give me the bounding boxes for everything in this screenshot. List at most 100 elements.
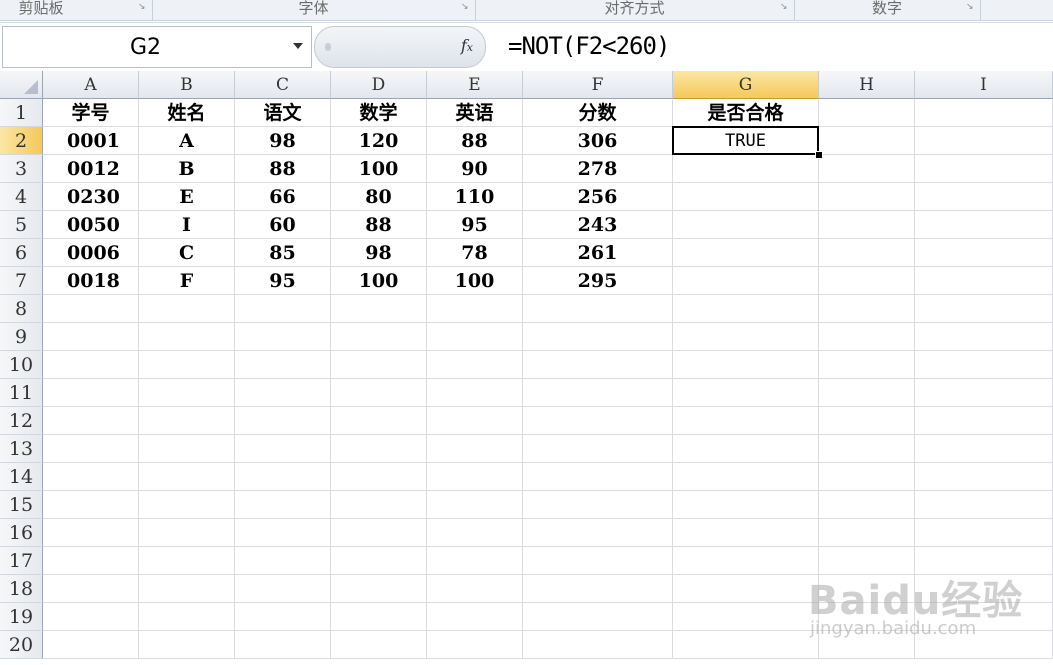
cell-c4[interactable]: 66 [235,183,331,211]
row-header-14[interactable]: 14 [0,463,43,491]
column-header-g[interactable]: G [673,71,819,99]
row-header-8[interactable]: 8 [0,295,43,323]
cell-e13[interactable] [427,435,523,463]
row-header-1[interactable]: 1 [0,99,43,127]
cell-e15[interactable] [427,491,523,519]
cell-c6[interactable]: 85 [235,239,331,267]
row-header-20[interactable]: 20 [0,631,43,659]
cell-b13[interactable] [139,435,235,463]
cell-b6[interactable]: C [139,239,235,267]
cell-g7[interactable] [673,267,819,295]
row-header-6[interactable]: 6 [0,239,43,267]
cell-i5[interactable] [915,211,1053,239]
cell-h13[interactable] [819,435,915,463]
column-header-f[interactable]: F [523,71,673,99]
cell-f9[interactable] [523,323,673,351]
cell-i15[interactable] [915,491,1053,519]
cell-i6[interactable] [915,239,1053,267]
select-all-icon[interactable] [24,80,38,94]
formula-input[interactable]: =NOT(F2<260) [508,32,670,60]
cell-i10[interactable] [915,351,1053,379]
row-header-3[interactable]: 3 [0,155,43,183]
cell-d4[interactable]: 80 [331,183,427,211]
cell-i2[interactable] [915,127,1053,155]
cell-d6[interactable]: 98 [331,239,427,267]
cell-b3[interactable]: B [139,155,235,183]
dialog-launcher-icon[interactable]: ↘ [138,3,146,12]
cell-e20[interactable] [427,631,523,659]
cell-c3[interactable]: 88 [235,155,331,183]
cell-h7[interactable] [819,267,915,295]
cell-b10[interactable] [139,351,235,379]
cell-d7[interactable]: 100 [331,267,427,295]
cell-e3[interactable]: 90 [427,155,523,183]
cell-g6[interactable] [673,239,819,267]
cell-f20[interactable] [523,631,673,659]
cell-d8[interactable] [331,295,427,323]
cell-g9[interactable] [673,323,819,351]
cell-b17[interactable] [139,547,235,575]
dialog-launcher-icon[interactable]: ↘ [461,3,469,12]
cell-d15[interactable] [331,491,427,519]
cell-f13[interactable] [523,435,673,463]
cell-e11[interactable] [427,379,523,407]
cell-a16[interactable] [43,519,139,547]
cell-g10[interactable] [673,351,819,379]
cell-a3[interactable]: 0012 [43,155,139,183]
cell-f7[interactable]: 295 [523,267,673,295]
cell-f18[interactable] [523,575,673,603]
cell-b2[interactable]: A [139,127,235,155]
cell-i1[interactable] [915,99,1053,127]
cell-f3[interactable]: 278 [523,155,673,183]
cell-g1[interactable]: 是否合格 [673,99,819,127]
cell-e9[interactable] [427,323,523,351]
cell-d11[interactable] [331,379,427,407]
cell-a13[interactable] [43,435,139,463]
row-header-13[interactable]: 13 [0,435,43,463]
cell-c20[interactable] [235,631,331,659]
cell-f10[interactable] [523,351,673,379]
row-header-10[interactable]: 10 [0,351,43,379]
cell-i4[interactable] [915,183,1053,211]
cell-d18[interactable] [331,575,427,603]
cell-e7[interactable]: 100 [427,267,523,295]
cell-d5[interactable]: 88 [331,211,427,239]
cell-f6[interactable]: 261 [523,239,673,267]
cell-i11[interactable] [915,379,1053,407]
cell-g5[interactable] [673,211,819,239]
name-box[interactable]: G2 [2,26,312,68]
cell-e4[interactable]: 110 [427,183,523,211]
fill-handle[interactable] [815,151,823,159]
cell-b9[interactable] [139,323,235,351]
row-header-19[interactable]: 19 [0,603,43,631]
cell-h12[interactable] [819,407,915,435]
column-header-d[interactable]: D [331,71,427,99]
cell-f8[interactable] [523,295,673,323]
cell-e18[interactable] [427,575,523,603]
row-header-4[interactable]: 4 [0,183,43,211]
cell-d3[interactable]: 100 [331,155,427,183]
cell-d12[interactable] [331,407,427,435]
cell-g18[interactable] [673,575,819,603]
cell-e2[interactable]: 88 [427,127,523,155]
cell-c19[interactable] [235,603,331,631]
cell-b11[interactable] [139,379,235,407]
cell-d2[interactable]: 120 [331,127,427,155]
cell-f5[interactable]: 243 [523,211,673,239]
cell-c5[interactable]: 60 [235,211,331,239]
cell-h16[interactable] [819,519,915,547]
column-header-c[interactable]: C [235,71,331,99]
cell-b7[interactable]: F [139,267,235,295]
cell-h10[interactable] [819,351,915,379]
cell-d17[interactable] [331,547,427,575]
cell-h11[interactable] [819,379,915,407]
cell-f12[interactable] [523,407,673,435]
cell-e8[interactable] [427,295,523,323]
cell-g14[interactable] [673,463,819,491]
chevron-down-icon[interactable] [293,43,303,49]
cell-h2[interactable] [819,127,915,155]
cell-b16[interactable] [139,519,235,547]
cell-b19[interactable] [139,603,235,631]
cell-g11[interactable] [673,379,819,407]
cell-d10[interactable] [331,351,427,379]
